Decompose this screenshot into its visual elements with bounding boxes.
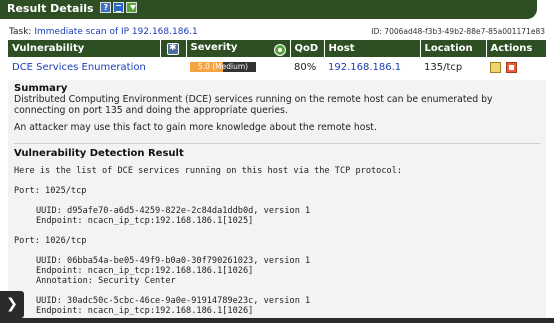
port-1026: Port: 1026/tcp [14,236,87,246]
detection-intro: Here is the list of DCE services running… [14,166,403,176]
col-qod: QoD [290,40,325,57]
table-row: DCE Services Enumeration 5.0 (Medium) 80… [8,57,546,78]
port-1025-endpoint: Endpoint: ncacn_ip_tcp:192.168.186.1[102… [36,216,254,226]
severity-label: 5.0 (Medium) [197,62,249,71]
list-icon[interactable] [113,2,125,13]
port-1026-endpoint: Endpoint: ncacn_ip_tcp:192.168.186.1[102… [36,266,254,276]
port-1025-uuid: UUID: d95afe70-a6d5-4259-822e-2c84da1ddb… [36,206,311,216]
cell-location: 135/tcp [420,57,486,78]
task-link[interactable]: Immediate scan of IP 192.168.186.1 [34,27,197,37]
severity-bar: 5.0 (Medium) [190,62,256,72]
port-1026-uuid-2: UUID: 30adc50c-5cbc-46ce-9a0e-91914789e2… [36,296,311,306]
severity-type-icon [273,43,286,56]
task-id: ID: 7006ad48-f3b3-49b2-88e7-85a001171e83 [371,27,545,36]
report-icon[interactable] [490,61,501,73]
col-location: Location [420,40,487,57]
summary-text-2: An attacker may use this fact to gain mo… [14,122,377,133]
task-line: Task: Immediate scan of IP 192.168.186.1… [9,27,545,37]
add-note-icon[interactable] [506,61,518,73]
port-1026-endpoint-2: Endpoint: ncacn_ip_tcp:192.168.186.1[102… [36,306,254,316]
col-severity: Severity [186,40,291,57]
download-icon[interactable] [126,2,138,13]
expand-button[interactable]: ❯ [0,291,24,318]
cell-host: 192.168.186.1 [324,57,420,78]
details-panel: Summary Distributed Computing Environmen… [8,80,546,323]
port-1026-annotation: Annotation: Security Center [36,276,176,286]
cell-vulnerability: DCE Services Enumeration [8,57,186,78]
cell-severity: 5.0 (Medium) [186,57,290,78]
summary-title: Summary [14,83,68,94]
results-table: Vulnerability Severity QoD Host Location… [8,40,546,78]
vulnerability-link[interactable]: DCE Services Enumeration [12,62,146,73]
window-titlebar: Result Details ? [0,0,554,19]
help-icon[interactable]: ? [100,2,112,13]
table-header-row: Vulnerability Severity QoD Host Location… [8,40,546,57]
title-tab: Result Details ? [0,0,537,19]
chevron-right-icon: ❯ [6,296,18,312]
col-vulnerability: Vulnerability [8,40,161,57]
port-1025: Port: 1025/tcp [14,186,87,196]
task-label: Task: [9,27,32,37]
col-solution-type [160,40,187,57]
bottom-bar [0,318,554,323]
host-link[interactable]: 192.168.186.1 [328,62,401,73]
divider [14,143,540,144]
summary-text: Distributed Computing Environment (DCE) … [14,94,493,116]
cell-actions [486,57,546,78]
col-host: Host [324,40,421,57]
col-actions: Actions [486,40,546,57]
cell-qod: 80% [290,57,324,78]
window-title: Result Details [7,2,94,15]
detection-title: Vulnerability Detection Result [14,148,184,159]
port-1026-uuid: UUID: 06bba54a-be05-49f9-b0a0-30f7902610… [36,256,311,266]
solution-type-icon [167,42,179,55]
title-icons: ? [100,2,138,13]
